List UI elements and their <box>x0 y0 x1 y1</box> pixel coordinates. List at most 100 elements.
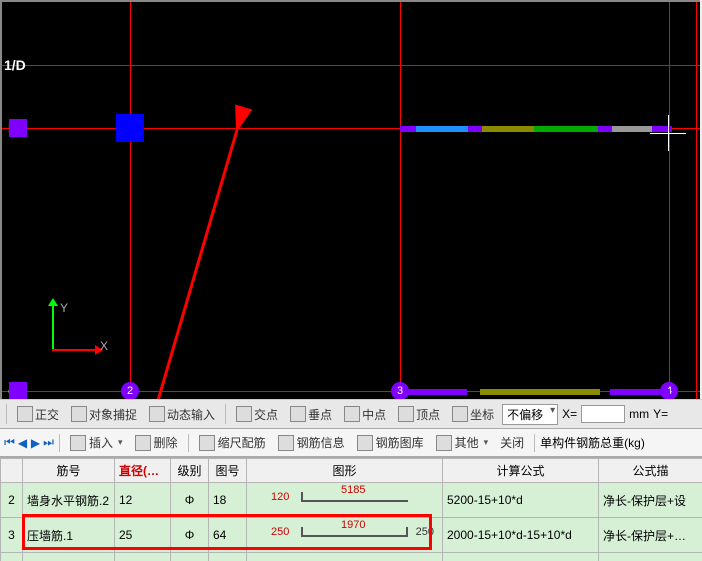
x-label: X= <box>562 407 577 421</box>
col-grade[interactable]: 级别 <box>171 459 209 483</box>
y-label: Y= <box>653 407 668 421</box>
rebar-segment <box>652 126 672 132</box>
dyninput-icon <box>149 406 165 422</box>
gridline-v <box>400 2 401 399</box>
table-row[interactable]: 2 墙身水平钢筋.2 12 Φ 18 120 5185 5200-15+10*d… <box>1 483 702 518</box>
scale-rebar-button[interactable]: 缩尺配筋 <box>194 432 271 453</box>
col-formula[interactable]: 计算公式 <box>443 459 599 483</box>
cell-num: 2 <box>1 483 23 518</box>
insert-button[interactable]: 插入▾ <box>65 432 128 453</box>
nav-next-icon[interactable]: ▶ <box>30 437 41 448</box>
cell-formula[interactable]: 5200-15+10*d <box>443 483 599 518</box>
col-rebar-name[interactable]: 筋号 <box>23 459 115 483</box>
other-button[interactable]: 其他▾ <box>431 432 494 453</box>
snap-coordinate[interactable]: 坐标 <box>448 404 498 425</box>
cell-shapeno[interactable]: 18 <box>209 483 247 518</box>
cell-formula[interactable]: 2000-15+10*d-15+10*d <box>443 518 599 553</box>
nav-last-icon[interactable]: ⏭ <box>43 437 54 448</box>
snap-perpendicular[interactable]: 垂点 <box>286 404 336 425</box>
insert-icon <box>70 435 86 451</box>
snap-apex[interactable]: 顶点 <box>394 404 444 425</box>
cell-diam[interactable]: 12 <box>115 483 171 518</box>
nav-first-icon[interactable]: ⏮ <box>4 437 15 448</box>
cell-num <box>1 553 23 561</box>
cell-shapeno[interactable] <box>209 553 247 561</box>
cell-shape[interactable]: 250 1970 250 <box>247 518 443 553</box>
single-total-label: 单构件钢筋总重(kg) <box>540 434 645 451</box>
gridline-v <box>669 2 670 399</box>
rebar-segment <box>598 126 612 132</box>
cell-grade[interactable]: Φ <box>171 518 209 553</box>
cell-name[interactable]: 压墙筋.1 <box>23 518 115 553</box>
col-num[interactable] <box>1 459 23 483</box>
gridline-h <box>2 65 700 66</box>
col-shape[interactable]: 图形 <box>247 459 443 483</box>
shape-graphic <box>301 500 408 502</box>
ucs-y-label: Y <box>60 301 68 315</box>
rebar-segment <box>534 126 598 132</box>
rebar-segment <box>480 389 600 395</box>
ortho-toggle[interactable]: 正交 <box>13 404 63 425</box>
info-icon <box>278 435 294 451</box>
rebar-segment <box>400 126 416 132</box>
offset-combo[interactable]: 不偏移 <box>502 404 558 425</box>
delete-icon <box>135 435 151 451</box>
rebar-segment <box>610 389 670 395</box>
close-button[interactable]: 关闭 <box>495 432 529 453</box>
rebar-table-wrap: 筋号 直径(mm) 级别 图号 图形 计算公式 公式描 2 墙身水平钢筋.2 1… <box>0 457 702 561</box>
cell-grade[interactable]: Φ <box>171 483 209 518</box>
intersection-icon <box>236 406 252 422</box>
ucs-x-label: X <box>100 339 108 353</box>
nav-prev-icon[interactable]: ◀ <box>17 437 28 448</box>
shape-graphic <box>301 535 408 537</box>
axis-label-1d: 1/D <box>4 57 26 73</box>
cell-formula[interactable] <box>443 553 599 561</box>
osnap-toggle[interactable]: 对象捕捉 <box>67 404 141 425</box>
cad-viewport[interactable]: 1/D D C 2 3 4 X Y <box>0 0 700 399</box>
rebar-toolbar: ⏮ ◀ ▶ ⏭ 插入▾ 删除 缩尺配筋 钢筋信息 钢筋图库 其他▾ 关闭 单构件… <box>0 429 702 457</box>
cell-formula-desc[interactable]: 净长-保护层+设 <box>599 483 702 518</box>
table-header-row: 筋号 直径(mm) 级别 图号 图形 计算公式 公式描 <box>1 459 702 483</box>
cell-name[interactable]: 墙身垂直钢 <box>23 553 115 561</box>
grid-node-selected[interactable] <box>116 114 144 142</box>
apex-icon <box>398 406 414 422</box>
col-shape-no[interactable]: 图号 <box>209 459 247 483</box>
cell-diam[interactable] <box>115 553 171 561</box>
midpoint-icon <box>344 406 360 422</box>
osnap-icon <box>71 406 87 422</box>
mm-label: mm <box>629 407 649 421</box>
col-diameter[interactable]: 直径(mm) <box>115 459 171 483</box>
rebar-segment <box>407 389 467 395</box>
grid-node[interactable] <box>9 119 27 137</box>
cell-formula-desc[interactable]: 墙实际高度-保 <box>599 553 702 561</box>
lib-icon <box>357 435 373 451</box>
grid-node[interactable] <box>9 382 27 399</box>
cell-name[interactable]: 墙身水平钢筋.2 <box>23 483 115 518</box>
delete-button[interactable]: 删除 <box>130 432 183 453</box>
coordinate-icon <box>452 406 468 422</box>
cell-shape[interactable] <box>247 553 443 561</box>
snap-midpoint[interactable]: 中点 <box>340 404 390 425</box>
table-row[interactable]: 3 压墙筋.1 25 Φ 64 250 1970 250 2000-15+10*… <box>1 518 702 553</box>
dyninput-toggle[interactable]: 动态输入 <box>145 404 219 425</box>
cell-shape[interactable]: 120 5185 <box>247 483 443 518</box>
circle-node-2[interactable]: 2 <box>121 382 139 399</box>
col-formula-desc[interactable]: 公式描 <box>599 459 702 483</box>
rebar-table[interactable]: 筋号 直径(mm) 级别 图号 图形 计算公式 公式描 2 墙身水平钢筋.2 1… <box>0 458 702 561</box>
cell-grade[interactable] <box>171 553 209 561</box>
rebar-segment <box>612 126 652 132</box>
scale-icon <box>199 435 215 451</box>
cell-diam[interactable]: 25 <box>115 518 171 553</box>
cell-shapeno[interactable]: 64 <box>209 518 247 553</box>
cell-formula-desc[interactable]: 净长-保护层+设定层+设定弯折 <box>599 518 702 553</box>
rebar-segment <box>482 126 534 132</box>
ortho-icon <box>17 406 33 422</box>
rebar-segment <box>468 126 482 132</box>
rebar-lib-button[interactable]: 钢筋图库 <box>352 432 429 453</box>
rebar-info-button[interactable]: 钢筋信息 <box>273 432 350 453</box>
x-input[interactable] <box>581 405 625 423</box>
table-row[interactable]: 墙身垂直钢 墙实际高度-保 <box>1 553 702 561</box>
status-toolbar: 正交 对象捕捉 动态输入 交点 垂点 中点 顶点 坐标 不偏移 X= mm Y= <box>0 399 702 429</box>
gridline-v <box>696 2 697 399</box>
snap-intersection[interactable]: 交点 <box>232 404 282 425</box>
